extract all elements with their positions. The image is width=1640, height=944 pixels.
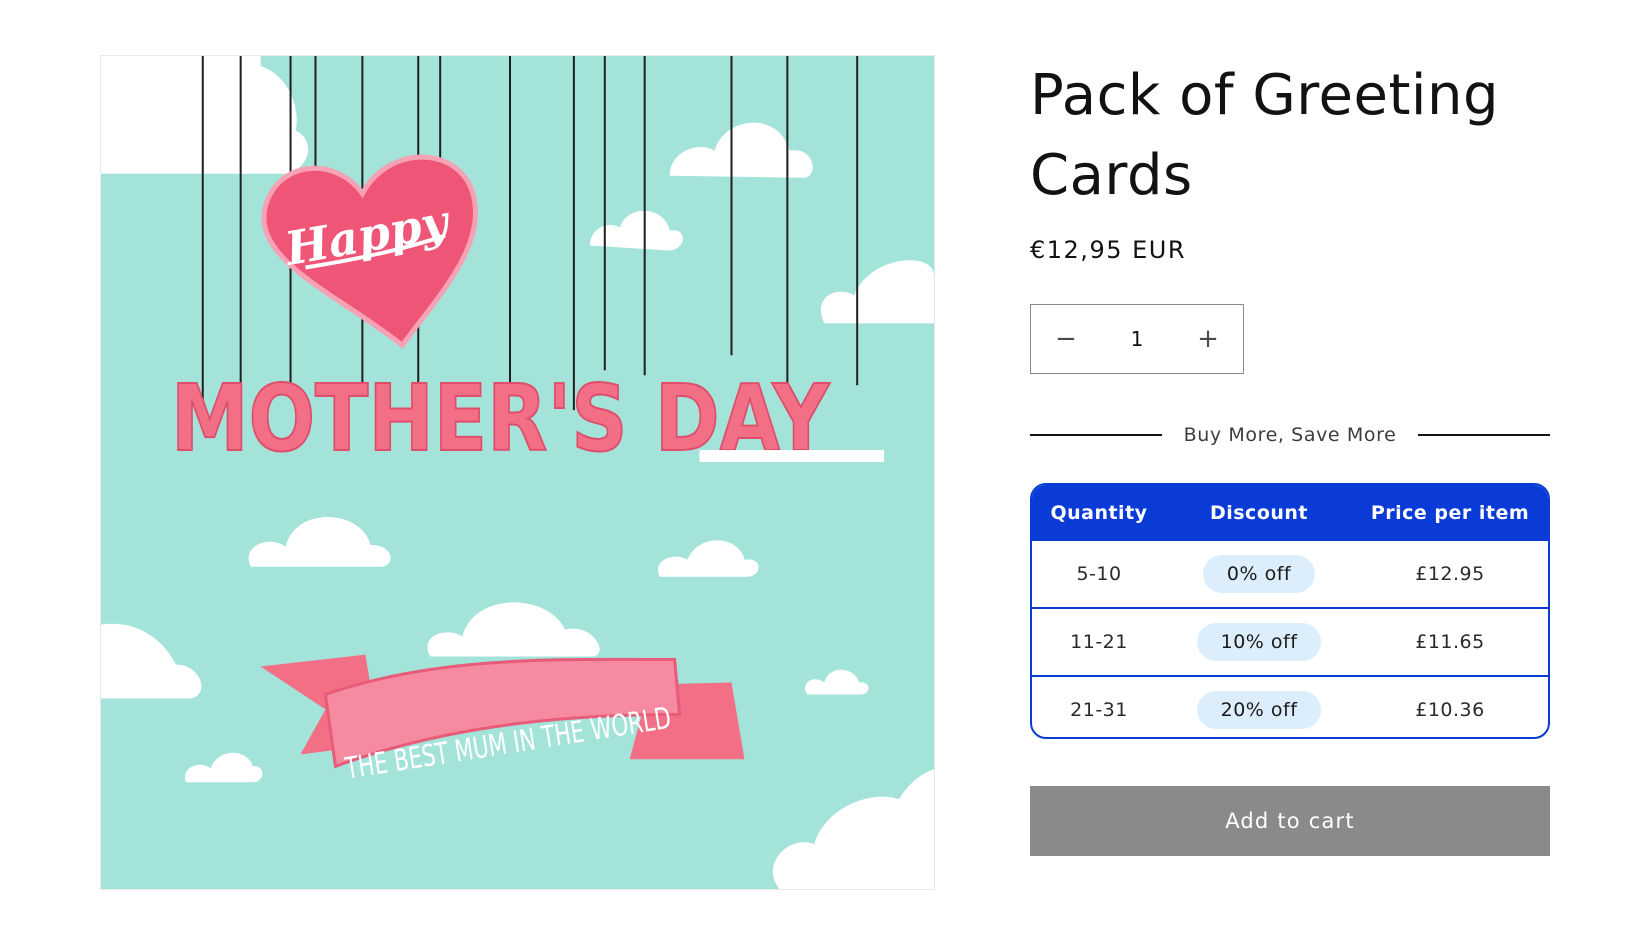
product-image[interactable]: Happy MOTHER'S DAY THE BEST MUM IN THE W… [100,55,935,890]
table-row: 21-31 20% off £10.36 [1032,675,1548,737]
tier-divider: Buy More, Save More [1030,420,1550,450]
divider-line-right [1418,434,1550,436]
discount-badge: 0% off [1202,555,1316,593]
table-header: Quantity Discount Price per item [1032,485,1548,541]
row-price: £12.95 [1415,563,1485,585]
header-price-per-item: Price per item [1370,502,1530,524]
discount-badge: 20% off [1196,691,1322,729]
header-discount: Discount [1209,502,1309,524]
quantity-input[interactable] [1105,326,1169,352]
product-price: €12,95 EUR [1030,236,1187,264]
divider-line-left [1030,434,1162,436]
mothers-day-card-illustration: Happy MOTHER'S DAY THE BEST MUM IN THE W… [101,56,934,889]
add-to-cart-button[interactable]: Add to cart [1030,786,1550,856]
table-row: 11-21 10% off £11.65 [1032,607,1548,675]
volume-discount-table: Quantity Discount Price per item 5-10 0%… [1030,483,1550,739]
discount-badge: 10% off [1196,623,1322,661]
row-price: £10.36 [1415,699,1485,721]
increase-quantity-button[interactable]: + [1173,305,1243,373]
tier-section-label: Buy More, Save More [1183,424,1397,446]
product-title: Pack of Greeting Cards [1030,63,1500,208]
row-quantity: 5-10 [1076,563,1122,585]
row-quantity: 21-31 [1070,699,1128,721]
row-price: £11.65 [1415,631,1485,653]
row-quantity: 11-21 [1070,631,1128,653]
table-row: 5-10 0% off £12.95 [1032,541,1548,607]
quantity-stepper: − + [1030,304,1244,374]
header-quantity: Quantity [1050,502,1148,524]
decrease-quantity-button[interactable]: − [1031,305,1101,373]
